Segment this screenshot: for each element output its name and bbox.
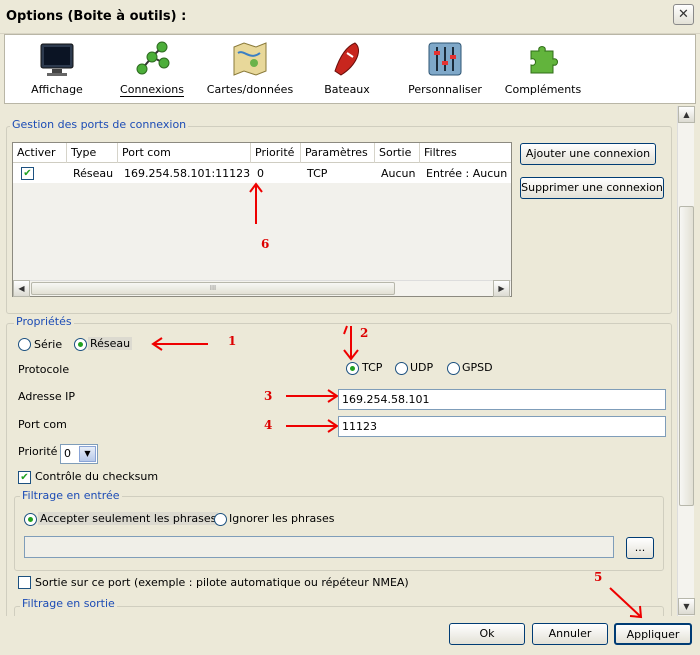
- content-vscrollbar[interactable]: ▲ ▼: [677, 106, 695, 616]
- mode-serie-radio[interactable]: [18, 338, 31, 351]
- tab-cartes-label: Cartes/données: [206, 83, 294, 96]
- title-bar: Options (Boite à outils) : ✕: [0, 0, 700, 34]
- close-button[interactable]: ✕: [673, 4, 694, 25]
- tab-complements-label: Compléments: [504, 83, 582, 96]
- protocol-gpsd-radio[interactable]: [447, 362, 460, 375]
- row-filters: Entrée : Aucun fi: [426, 167, 511, 180]
- output-port-label: Sortie sur ce port (exemple : pilote aut…: [35, 576, 409, 589]
- protocol-label: Protocole: [18, 363, 70, 376]
- tab-affichage-label: Affichage: [31, 83, 83, 96]
- protocol-gpsd-label: GPSD: [462, 361, 493, 374]
- annotation-2: 2: [360, 326, 369, 340]
- col-activer[interactable]: Activer: [13, 143, 67, 163]
- chevron-down-icon[interactable]: ▼: [79, 446, 96, 462]
- ip-address-input[interactable]: 169.254.58.101: [338, 389, 666, 410]
- tab-cartes[interactable]: Cartes/données: [205, 39, 295, 101]
- annotation-arrow-6: [249, 182, 263, 224]
- row-active-checkbox[interactable]: ✔: [21, 167, 34, 180]
- tab-affichage[interactable]: Affichage: [25, 39, 89, 101]
- port-com-label: Port com: [18, 418, 67, 431]
- annotation-arrow-1: [151, 337, 208, 351]
- remove-connection-button[interactable]: Supprimer une connexion: [520, 177, 664, 199]
- ok-button[interactable]: Ok: [449, 623, 525, 645]
- protocol-tcp-label: TCP: [362, 361, 383, 374]
- mode-serie-label: Série: [34, 338, 63, 351]
- table-hscrollbar[interactable]: ◀ III ▶: [13, 280, 511, 297]
- tab-personnaliser-label: Personnaliser: [408, 83, 482, 96]
- ports-group-label: Gestion des ports de connexion: [10, 118, 189, 131]
- tab-complements[interactable]: Compléments: [503, 39, 583, 101]
- checksum-checkbox[interactable]: ✔: [18, 471, 31, 484]
- tab-bateaux[interactable]: Bateaux: [317, 39, 377, 101]
- annotation-arrow-5: [609, 587, 643, 619]
- ignore-phrases-radio[interactable]: [214, 513, 227, 526]
- tab-connexions[interactable]: Connexions: [117, 39, 187, 101]
- puzzle-icon: [530, 46, 558, 74]
- vscroll-thumb[interactable]: [679, 206, 694, 506]
- monitor-icon: [40, 43, 74, 76]
- map-icon: [233, 42, 267, 76]
- scroll-up-button[interactable]: ▲: [678, 106, 695, 123]
- annotation-3: 3: [264, 389, 273, 403]
- row-params: TCP: [307, 167, 328, 180]
- annotation-arrow-3: [286, 389, 339, 403]
- col-sortie[interactable]: Sortie: [375, 143, 420, 163]
- window-title: Options (Boite à outils) :: [6, 9, 187, 24]
- cancel-button[interactable]: Annuler: [532, 623, 608, 645]
- tab-personnaliser[interactable]: Personnaliser: [405, 39, 485, 101]
- tab-connexions-label: Connexions: [120, 83, 184, 97]
- col-parametres[interactable]: Paramètres: [301, 143, 375, 163]
- annotation-5: 5: [594, 570, 603, 584]
- checksum-label: Contrôle du checksum: [35, 470, 159, 483]
- equalizer-icon: [428, 42, 462, 76]
- properties-group-label: Propriétés: [14, 315, 74, 328]
- scroll-right-button[interactable]: ▶: [493, 280, 510, 297]
- phrases-input[interactable]: [24, 536, 614, 558]
- protocol-tcp-radio[interactable]: [346, 362, 359, 375]
- row-port: 169.254.58.101:11123: [124, 167, 251, 180]
- tab-bateaux-label: Bateaux: [324, 83, 370, 96]
- input-filter-group: [14, 496, 664, 571]
- table-header: Activer Type Port com Priorité Paramètre…: [13, 143, 511, 163]
- priority-value: 0: [64, 447, 71, 460]
- priority-label: Priorité: [18, 445, 58, 458]
- annotation-arrow-4: [286, 419, 339, 433]
- priority-select[interactable]: 0 ▼: [60, 444, 98, 464]
- network-icon: [136, 41, 170, 75]
- annotation-6: 6: [261, 237, 270, 251]
- output-port-checkbox[interactable]: [18, 576, 31, 589]
- col-filtres[interactable]: Filtres: [420, 143, 511, 163]
- browse-phrases-button[interactable]: ...: [626, 537, 654, 559]
- row-priority: 0: [257, 167, 264, 180]
- ignore-phrases-label: Ignorer les phrases: [229, 512, 335, 525]
- annotation-4: 4: [264, 418, 273, 432]
- protocol-udp-radio[interactable]: [395, 362, 408, 375]
- hscroll-thumb[interactable]: III: [31, 282, 395, 295]
- col-type[interactable]: Type: [67, 143, 118, 163]
- row-output: Aucun: [381, 167, 416, 180]
- protocol-udp-label: UDP: [410, 361, 434, 374]
- output-filter-label: Filtrage en sortie: [20, 597, 117, 610]
- port-com-input[interactable]: 11123: [338, 416, 666, 437]
- col-port-com[interactable]: Port com: [118, 143, 251, 163]
- dialog-footer: Ok Annuler Appliquer: [0, 617, 700, 655]
- options-toolbar: Affichage Connexions Cartes/données Bate…: [4, 34, 696, 104]
- scroll-left-button[interactable]: ◀: [13, 280, 30, 297]
- add-connection-button[interactable]: Ajouter une connexion: [520, 143, 656, 165]
- ip-address-label: Adresse IP: [18, 390, 75, 403]
- mode-reseau-radio[interactable]: [74, 338, 87, 351]
- input-filter-label: Filtrage en entrée: [20, 489, 122, 502]
- mode-reseau-label: Réseau: [88, 337, 133, 350]
- row-type: Réseau: [73, 167, 114, 180]
- scroll-down-button[interactable]: ▼: [678, 598, 695, 615]
- accept-phrases-radio[interactable]: [24, 513, 37, 526]
- boat-icon: [334, 42, 359, 76]
- accept-phrases-label: Accepter seulement les phrases: [38, 512, 219, 525]
- options-content: Gestion des ports de connexion Activer T…: [4, 106, 676, 616]
- annotation-1: 1: [228, 334, 237, 348]
- col-priorite[interactable]: Priorité: [251, 143, 301, 163]
- apply-button[interactable]: Appliquer: [614, 623, 692, 645]
